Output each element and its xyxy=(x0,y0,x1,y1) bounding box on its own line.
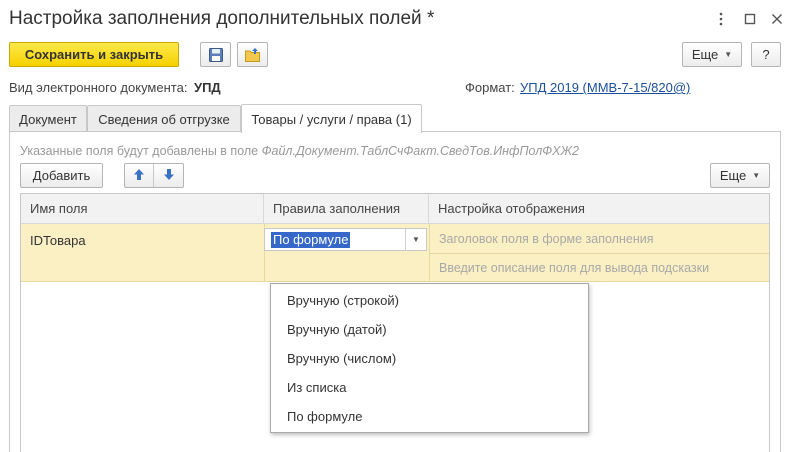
window-title: Настройка заполнения дополнительных поле… xyxy=(9,8,435,29)
move-up-button[interactable] xyxy=(125,164,154,187)
help-button[interactable]: ? xyxy=(751,42,781,67)
doc-type-label: Вид электронного документа: xyxy=(9,80,188,95)
caret-down-icon: ▼ xyxy=(752,171,761,180)
fill-rule-dropdown-list: Вручную (строкой) Вручную (датой) Вручну… xyxy=(270,283,589,433)
dropdown-option-manual-number[interactable]: Вручную (числом) xyxy=(271,344,588,373)
save-button[interactable] xyxy=(200,42,231,67)
dropdown-option-from-list[interactable]: Из списка xyxy=(271,373,588,402)
folder-upload-icon xyxy=(244,47,262,63)
divider xyxy=(429,253,769,254)
format-label: Формат: xyxy=(465,80,515,95)
move-buttons xyxy=(124,163,184,188)
hint-text: Указанные поля будут добавлены в поле Фа… xyxy=(20,144,579,158)
dropdown-option-by-formula[interactable]: По формуле xyxy=(271,402,588,431)
add-button[interactable]: Добавить xyxy=(20,163,103,188)
field-name-cell[interactable]: IDТовара xyxy=(30,233,86,248)
floppy-disk-icon xyxy=(208,47,224,63)
more-menu-label: Еще xyxy=(691,47,719,62)
format-link[interactable]: УПД 2019 (ММВ-7-15/820@) xyxy=(520,80,690,95)
hint-placeholder-field[interactable]: Введите описание поля для вывода подсказ… xyxy=(439,261,709,275)
column-header-fill-rules[interactable]: Правила заполнения xyxy=(264,194,429,224)
dropdown-option-manual-date[interactable]: Вручную (датой) xyxy=(271,315,588,344)
title-bar: Настройка заполнения дополнительных поле… xyxy=(0,0,790,38)
tab-shipment-info[interactable]: Сведения об отгрузке xyxy=(87,105,241,132)
fill-rule-value: По формуле xyxy=(271,232,351,248)
hint-prefix: Указанные поля будут добавлены в поле xyxy=(20,144,262,158)
panel-more-label: Еще xyxy=(719,168,747,183)
column-header-display-settings[interactable]: Настройка отображения xyxy=(429,194,769,224)
close-icon[interactable] xyxy=(768,10,786,28)
arrow-down-icon xyxy=(163,168,175,184)
open-file-button[interactable] xyxy=(237,42,268,67)
tab-document[interactable]: Документ xyxy=(9,105,87,132)
kebab-menu-icon[interactable] xyxy=(712,10,730,28)
tab-goods-services[interactable]: Товары / услуги / права (1) xyxy=(241,104,422,133)
maximize-icon[interactable] xyxy=(741,10,759,28)
fill-rule-select[interactable]: По формуле ▼ xyxy=(264,228,427,251)
dropdown-option-manual-string[interactable]: Вручную (строкой) xyxy=(271,286,588,315)
column-header-field-name[interactable]: Имя поля xyxy=(21,194,264,224)
table-row[interactable]: IDТовара По формуле ▼ Заголовок поля в ф… xyxy=(21,224,769,282)
table-header: Имя поля Правила заполнения Настройка от… xyxy=(21,194,769,224)
panel-more-button[interactable]: Еще ▼ xyxy=(710,163,770,188)
save-and-close-button[interactable]: Сохранить и закрыть xyxy=(9,42,179,67)
hint-path: Файл.Документ.ТаблСчФакт.СведТов.ИнфПолФ… xyxy=(261,144,579,158)
dropdown-arrow-icon[interactable]: ▼ xyxy=(405,229,426,250)
title-placeholder-field[interactable]: Заголовок поля в форме заполнения xyxy=(439,232,653,246)
more-menu-button[interactable]: Еще ▼ xyxy=(682,42,742,67)
arrow-up-icon xyxy=(133,168,145,184)
move-down-button[interactable] xyxy=(154,164,183,187)
caret-down-icon: ▼ xyxy=(724,50,733,59)
doc-type-value: УПД xyxy=(194,80,221,95)
